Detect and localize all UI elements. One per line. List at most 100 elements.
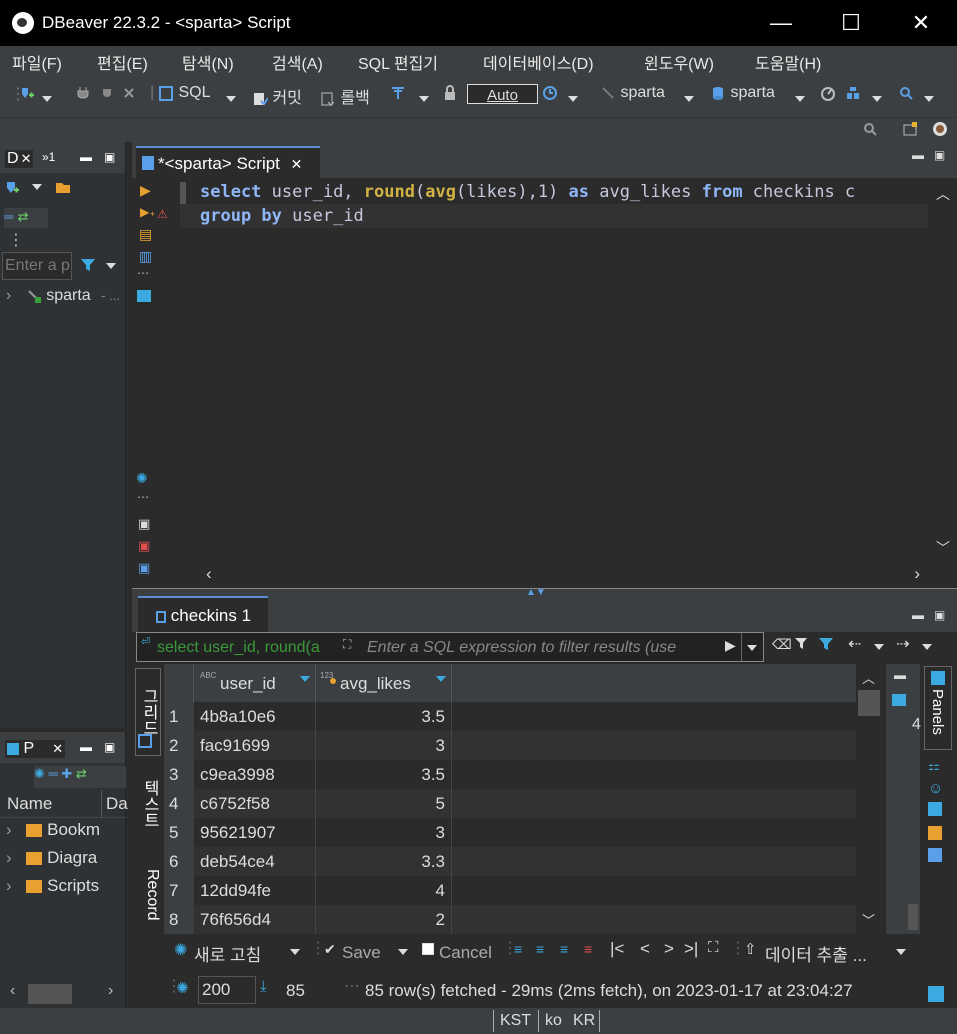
table-row[interactable]: 4 c6752f58 5 [164,789,856,818]
menu-edit[interactable]: 편집(E) [97,50,148,74]
chevron-right-icon[interactable]: › [6,876,12,895]
restore-icon[interactable] [928,986,944,1002]
column-header-avg-likes[interactable]: 123 avg_likes [316,664,452,702]
chevron-down-icon[interactable]: ﹀ [936,538,950,558]
minimize-results-button[interactable]: ▬ [912,608,924,622]
column-da[interactable]: Da [106,794,128,814]
apply-filter-icon[interactable]: ▶ [725,637,736,654]
book-icon[interactable] [892,694,906,706]
maximize-results-button[interactable]: ▣ [934,608,945,622]
panels-tab[interactable]: Panels [924,666,952,750]
sort-icon[interactable] [436,676,446,682]
menu-help[interactable]: 도움말(H) [755,50,821,74]
chart-icon[interactable] [928,826,942,840]
minimize-editor-button[interactable]: ▬ [912,148,924,162]
execute-new-tab-icon[interactable]: ▶₊ [140,205,156,219]
editor-results-splitter[interactable]: ▲▼ [132,587,957,598]
expand-icon[interactable]: ✚ [61,766,72,781]
save-button[interactable]: Save [342,943,381,963]
active-schema-selector[interactable]: sparta [710,84,775,102]
auto-commit-mode-box[interactable]: Auto [467,84,538,104]
cell-avg-likes[interactable]: 3.5 [316,702,452,731]
navigator-filter-input[interactable]: Enter a p [2,252,72,280]
grouping-icon[interactable]: ⚏ [928,758,940,774]
console-icon[interactable] [137,290,151,302]
invalidate-button[interactable] [121,84,137,102]
chevron-right-icon[interactable]: › [6,287,11,304]
column-name[interactable]: Name [7,794,52,814]
record-view-tab[interactable]: Record [135,856,161,934]
table-row[interactable]: 2 fac91699 3 [164,731,856,760]
export-data-button[interactable]: 데이터 추출 ... [765,941,867,966]
arrow-right-icon[interactable]: ⇢ [896,634,909,654]
project-item-diagrams[interactable]: › Diagra [6,848,97,868]
sql-editor-button[interactable]: SQL [158,84,210,102]
row-count-icon[interactable]: ⤓ [260,978,267,995]
cell-avg-likes[interactable]: 3.5 [316,760,452,789]
editor-horizontal-scrollbar[interactable]: ‹ › [200,562,928,586]
chevron-left-icon[interactable]: ‹ [10,982,15,1000]
code-area[interactable]: select user_id, round(avg(likes),1) as a… [180,178,928,562]
projects-tab[interactable]: P ✕ [5,740,66,758]
link-editor-icon[interactable]: ⇄ [18,209,29,224]
filter-icon[interactable] [818,636,834,652]
results-tab[interactable]: checkins 1 ✕ [138,596,268,644]
cell-avg-likes[interactable]: 4 [316,876,452,905]
settings-icon[interactable]: ✺ [136,470,148,487]
scroll-thumb[interactable] [28,984,72,1004]
chevron-right-icon[interactable]: › [914,564,920,584]
sort-icon[interactable] [300,676,310,682]
fetch-size-input[interactable]: 200 [198,976,256,1004]
dbeaver-perspective-icon[interactable] [932,121,948,137]
chevron-up-icon[interactable]: ︿ [936,184,950,204]
folder-icon[interactable] [55,179,71,195]
erd-dropdown[interactable] [872,90,882,108]
chevron-right-icon[interactable]: › [6,848,12,867]
explain-plan-icon[interactable]: ▥ [139,248,152,265]
chevron-down-icon[interactable] [398,949,408,955]
find-dropdown[interactable] [924,90,934,108]
filter-settings-icon[interactable] [794,636,810,652]
active-datasource-selector[interactable]: sparta [600,84,665,102]
next-page-icon[interactable]: > [664,939,674,959]
layout-icon[interactable] [928,848,942,862]
chevron-down-icon[interactable]: ﹀ [862,910,875,929]
maximize-view-button[interactable]: ▣ [104,740,115,754]
view-menu-icon[interactable]: ⋮ [8,230,24,250]
search-icon[interactable] [862,121,878,137]
first-page-icon[interactable]: |< [610,939,624,959]
filter-icon[interactable] [80,257,96,273]
execute-script-icon[interactable]: ▤ [139,226,152,243]
schema-dropdown[interactable] [795,90,805,108]
eraser-icon[interactable]: ⌫ [772,636,792,653]
editor-vertical-scrollbar[interactable]: ︿ ﹀ [929,178,957,562]
chevron-down-icon[interactable] [32,183,43,190]
edit-row-icon[interactable]: ≡ [514,941,522,957]
project-item-scripts[interactable]: › Scripts [6,876,99,896]
refresh-button[interactable]: 새로 고침 [194,941,261,966]
close-icon[interactable]: ✕ [21,151,32,166]
maximize-editor-button[interactable]: ▣ [934,148,945,162]
table-row[interactable]: 6 deb54ce4 3.3 [164,847,856,876]
grid-vertical-scrollbar[interactable]: ︿ ﹀ [856,664,884,934]
cell-avg-likes[interactable]: 2 [316,905,452,934]
expand-filter-icon[interactable]: ⛶ [343,637,351,652]
chevron-left-icon[interactable]: ‹ [206,564,212,584]
chevron-down-icon[interactable] [106,263,116,269]
delete-row-icon[interactable]: ≡ [584,941,592,957]
menu-navigate[interactable]: 탐색(N) [182,50,234,74]
filter-query-history[interactable]: select user_id, round(a [137,633,343,661]
datasource-dropdown[interactable] [684,90,694,108]
cell-user-id[interactable]: 95621907 [194,818,316,847]
table-row[interactable]: 1 4b8a10e6 3.5 [164,702,856,731]
minimize-button[interactable]: — [746,0,816,46]
chevron-down-icon[interactable] [874,644,884,650]
cell-avg-likes[interactable]: 3 [316,731,452,760]
new-connection-icon[interactable] [4,179,20,195]
history-button[interactable] [542,84,558,102]
chevron-down-icon[interactable] [896,949,906,955]
minimize-view-button[interactable]: ▬ [80,740,92,754]
commit-button[interactable]: 커밋 [252,84,302,108]
table-row[interactable]: 3 c9ea3998 3.5 [164,760,856,789]
chevron-right-icon[interactable]: › [6,820,12,839]
